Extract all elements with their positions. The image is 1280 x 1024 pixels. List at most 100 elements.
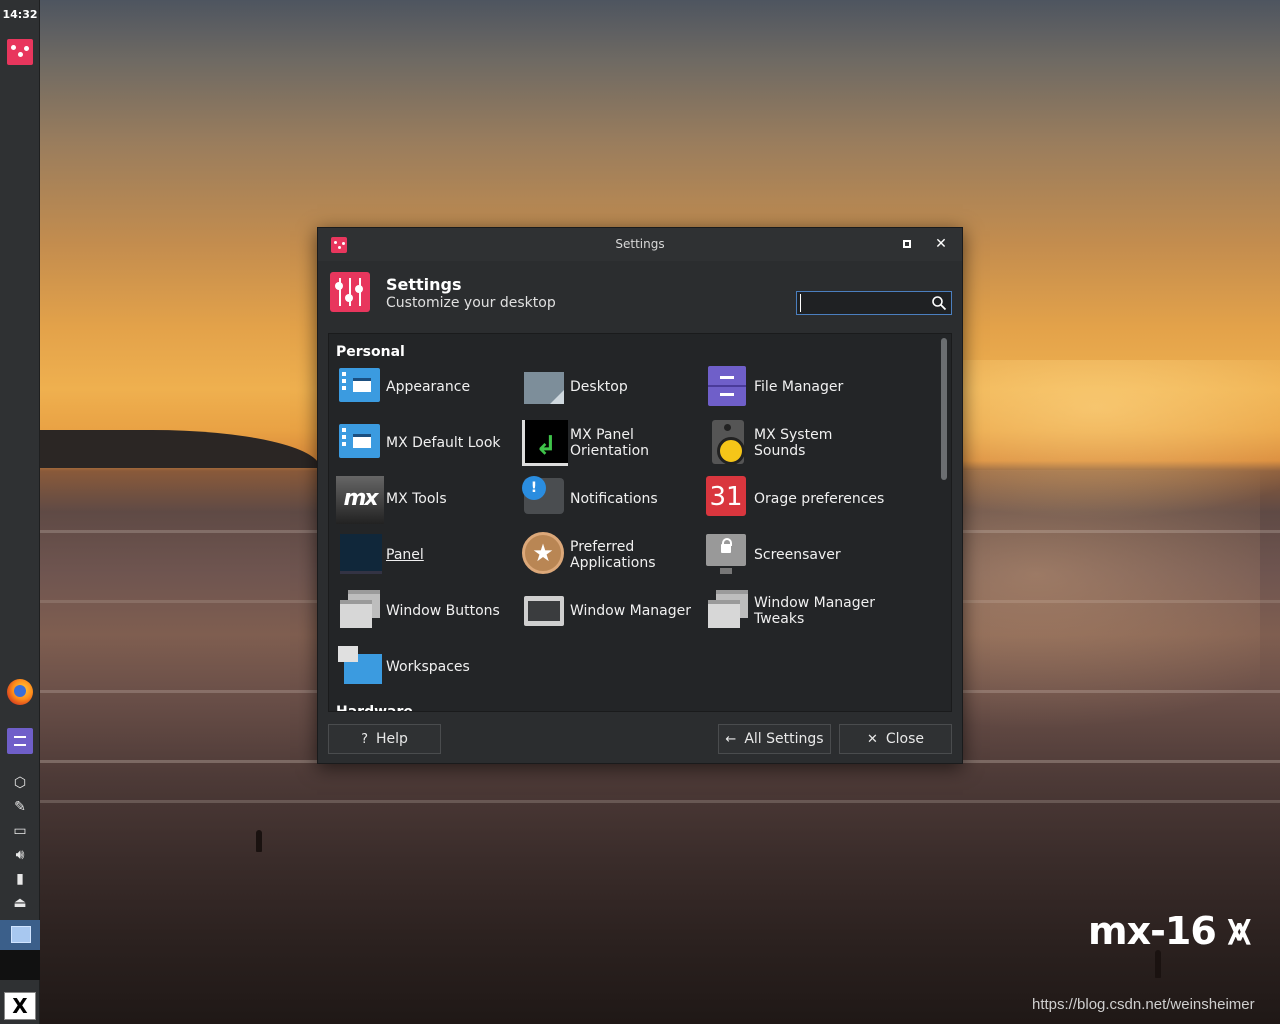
setting-mx-default-look[interactable]: MX Default Look [336, 418, 520, 468]
search-box[interactable] [796, 291, 952, 315]
section-title-hardware: Hardware [336, 704, 413, 712]
desktop-icon [520, 364, 566, 410]
settings-launcher-button[interactable] [6, 38, 34, 66]
file-manager-icon [704, 364, 750, 410]
battery-icon[interactable]: ▮ [10, 870, 30, 888]
setting-file-manager[interactable]: File Manager [704, 362, 888, 412]
calendar-icon: 31 [704, 476, 750, 522]
close-window-button[interactable]: ✕ [933, 236, 949, 252]
workspace-2[interactable] [0, 950, 40, 980]
window-manager-tweaks-icon [704, 588, 750, 634]
appearance-icon [336, 364, 382, 410]
close-icon: ✕ [866, 731, 878, 747]
settings-list: Personal Appearance Desktop File Manager… [328, 333, 952, 712]
setting-label: Desktop [570, 379, 628, 395]
notifications-icon [520, 476, 566, 522]
settings-icon [330, 272, 370, 312]
setting-label: Panel [386, 547, 424, 563]
mx-panel-orientation-icon [520, 420, 568, 466]
setting-label: MX Default Look [386, 435, 501, 451]
setting-notifications[interactable]: Notifications [520, 474, 704, 524]
setting-label: Workspaces [386, 659, 470, 675]
volume-icon[interactable]: 🔊︎ [10, 846, 30, 864]
mx-logo: mx-16 ⩙ [1088, 908, 1251, 954]
window-title: Settings [615, 237, 665, 251]
setting-mx-panel-orientation[interactable]: MX Panel Orientation [520, 418, 704, 468]
mx-default-look-icon [336, 420, 382, 466]
maximize-icon [903, 240, 911, 248]
mx-tools-icon: mx [336, 476, 384, 524]
file-manager-icon [7, 728, 33, 754]
search-icon[interactable] [931, 295, 947, 311]
setting-label: Preferred Applications [570, 539, 656, 571]
preferred-applications-icon: ★ [520, 532, 566, 578]
window-manager-icon [520, 588, 566, 634]
setting-mx-system-sounds[interactable]: MX System Sounds [704, 418, 888, 468]
wave [40, 800, 1280, 803]
watermark: https://blog.csdn.net/weinsheimer [1032, 996, 1255, 1013]
eject-icon[interactable]: ⏏ [10, 894, 30, 912]
panel-icon [336, 532, 382, 578]
mx-logo-mark-icon: ⩙ [1228, 908, 1251, 954]
setting-appearance[interactable]: Appearance [336, 362, 520, 412]
speaker-icon [704, 420, 750, 466]
file-manager-launcher-button[interactable] [6, 727, 34, 755]
setting-label: Window Buttons [386, 603, 500, 619]
mx-logo-text: mx-16 [1088, 909, 1217, 953]
page-subtitle: Customize your desktop [386, 295, 556, 311]
package-icon[interactable]: ⬡ [10, 774, 30, 792]
silhouette [1155, 950, 1161, 978]
scrollbar-thumb[interactable] [941, 338, 947, 480]
search-input[interactable] [800, 294, 928, 312]
help-icon: ? [361, 731, 368, 747]
silhouette [256, 830, 262, 852]
clipboard-icon[interactable]: ✎ [10, 798, 30, 816]
setting-window-manager[interactable]: Window Manager [520, 586, 704, 636]
setting-screensaver[interactable]: Screensaver [704, 530, 888, 580]
setting-window-buttons[interactable]: Window Buttons [336, 586, 520, 636]
lock-icon [721, 538, 732, 553]
workspace-1[interactable] [0, 920, 40, 950]
screensaver-icon [704, 532, 750, 578]
page-title: Settings [386, 275, 462, 294]
setting-desktop[interactable]: Desktop [520, 362, 704, 412]
side-panel: 14:32 ⬡ ✎ ▭ 🔊︎ ▮ ⏏ X [0, 0, 40, 1024]
setting-label: Screensaver [754, 547, 841, 563]
title-bar[interactable]: Settings ✕ [318, 228, 962, 261]
setting-label: Window Manager [570, 603, 692, 619]
firefox-launcher-button[interactable] [6, 678, 34, 706]
setting-mx-tools[interactable]: mx MX Tools [336, 474, 520, 524]
setting-orage-preferences[interactable]: 31 Orage preferences [704, 474, 888, 524]
close-button[interactable]: ✕ Close [839, 724, 952, 754]
settings-window: Settings ✕ Settings Customize your deskt… [317, 227, 963, 764]
setting-label: Window Manager Tweaks [754, 595, 876, 627]
setting-label: MX Tools [386, 491, 447, 507]
setting-preferred-applications[interactable]: ★ Preferred Applications [520, 530, 704, 580]
close-label: Close [885, 731, 925, 747]
window-buttons-icon [336, 588, 382, 634]
settings-icon [7, 39, 33, 65]
setting-window-manager-tweaks[interactable]: Window Manager Tweaks [704, 586, 888, 636]
arrow-left-icon: ← [725, 731, 737, 747]
workspaces-icon [336, 644, 382, 690]
clock[interactable]: 14:32 [0, 8, 40, 21]
app-menu-button[interactable]: X [4, 992, 36, 1020]
setting-label: File Manager [754, 379, 844, 395]
settings-header: Settings Customize your desktop [318, 261, 962, 323]
help-label: Help [375, 731, 408, 747]
setting-label: MX System Sounds [754, 427, 833, 459]
setting-label: MX Panel Orientation [570, 427, 650, 459]
maximize-button[interactable] [899, 236, 915, 252]
help-button[interactable]: ? Help [328, 724, 441, 754]
setting-workspaces[interactable]: Workspaces [336, 642, 520, 692]
scrollbar[interactable] [941, 338, 947, 708]
setting-label: Appearance [386, 379, 471, 395]
firefox-icon [7, 679, 33, 705]
calendar-day: 31 [706, 476, 746, 516]
close-icon: ✕ [935, 236, 947, 252]
setting-label: Orage preferences [754, 491, 885, 507]
section-title-personal: Personal [336, 344, 405, 360]
display-icon[interactable]: ▭ [10, 822, 30, 840]
all-settings-button[interactable]: ← All Settings [718, 724, 831, 754]
setting-panel[interactable]: Panel [336, 530, 520, 580]
